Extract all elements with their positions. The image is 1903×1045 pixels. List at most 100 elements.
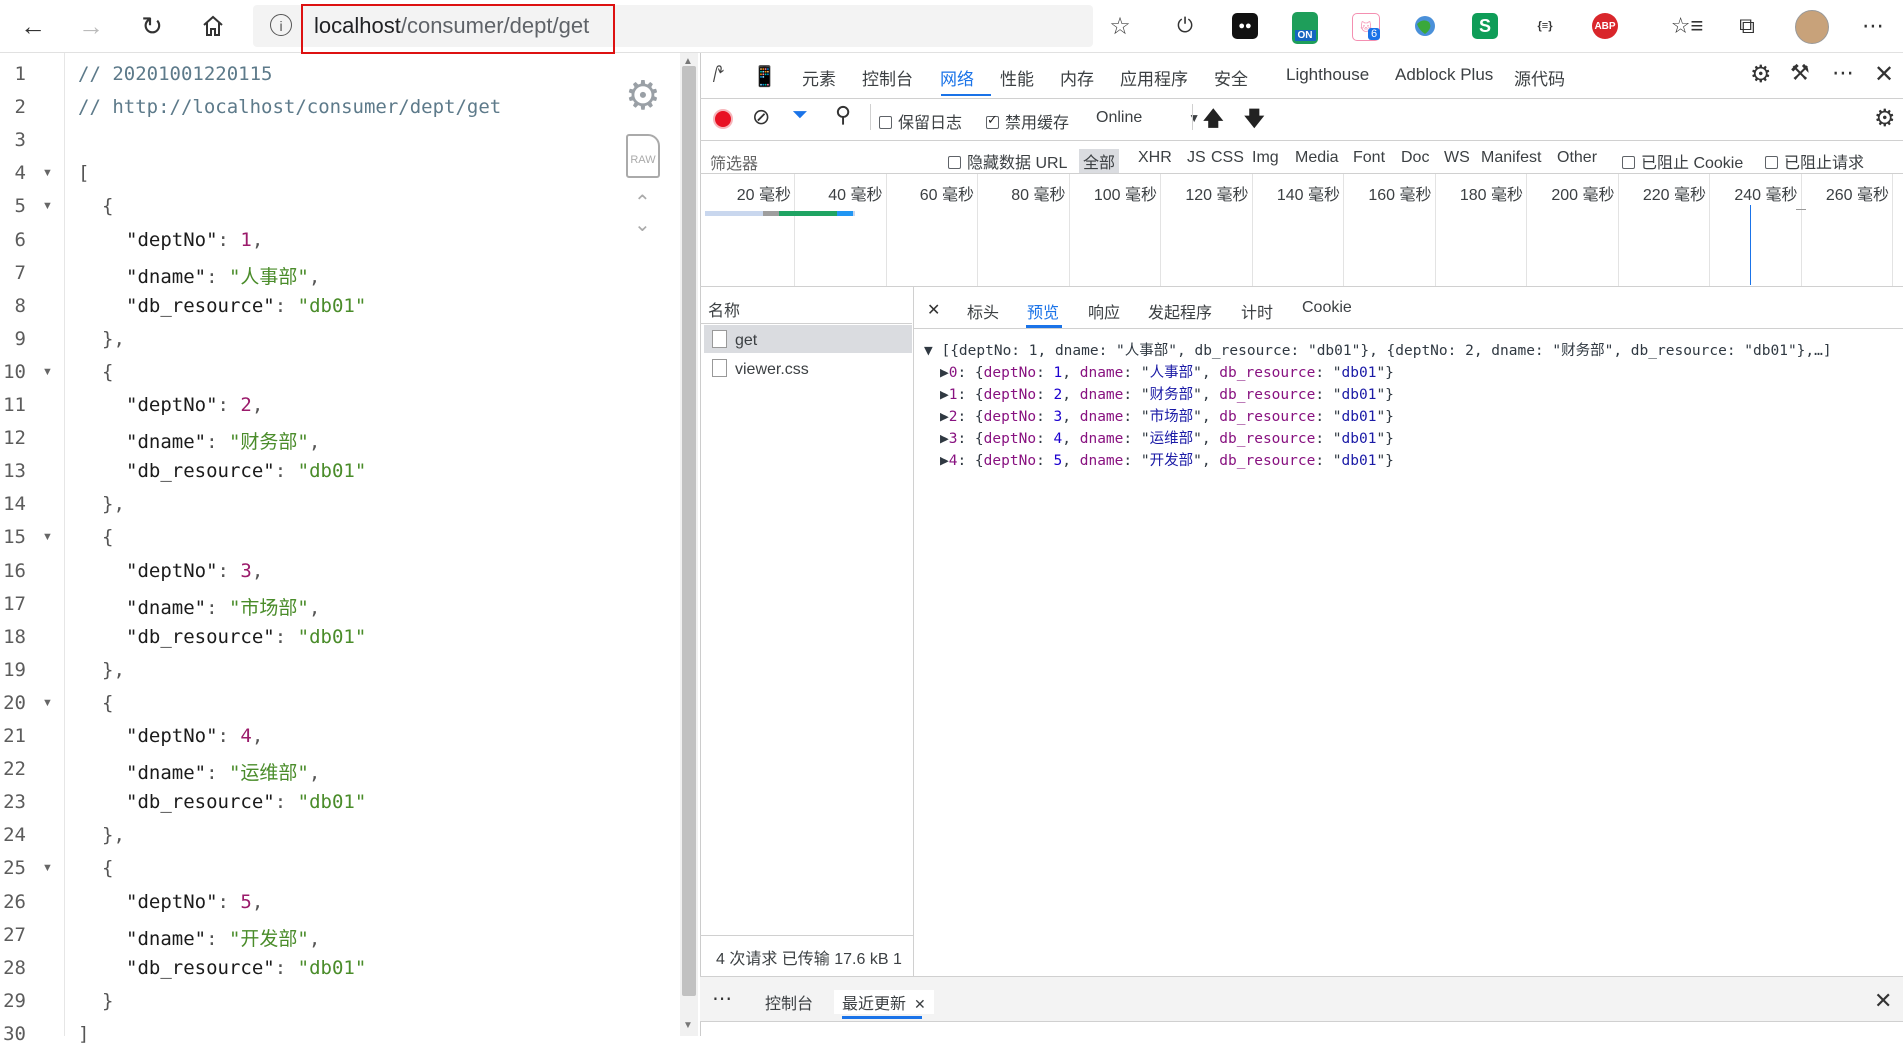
scroll-down-arrow-icon[interactable]: ▼	[683, 1020, 693, 1031]
preserve-log-checkbox[interactable]: 保留日志	[879, 109, 962, 133]
fold-toggle-icon[interactable]: ▼	[42, 531, 53, 543]
drawer-close-icon[interactable]: ✕	[1874, 988, 1892, 1014]
hide-data-urls-checkbox[interactable]: 隐藏数据 URL	[948, 149, 1067, 173]
detail-close-icon[interactable]: ✕	[927, 300, 940, 320]
name-column-header[interactable]: 名称	[708, 297, 740, 321]
preview-text: :	[1036, 453, 1054, 469]
feedback-icon[interactable]: ⚒	[1790, 60, 1810, 86]
preview-summary[interactable]: ▼ [{deptNo: 1, dname: "人事部", db_resource…	[924, 339, 1832, 360]
preview-item[interactable]: ▶3: {deptNo: 4, dname: "运维部", db_resourc…	[940, 427, 1394, 448]
left-scrollbar-thumb[interactable]	[682, 66, 696, 996]
detail-tab[interactable]: 响应	[1088, 299, 1120, 323]
devtools-tab[interactable]: 性能	[1000, 65, 1034, 90]
collections-icon[interactable]: ⧉	[1730, 10, 1764, 42]
preview-item[interactable]: ▶0: {deptNo: 1, dname: "人事部", db_resourc…	[940, 361, 1394, 382]
detail-tab[interactable]: 标头	[967, 299, 999, 323]
scroll-up-arrow-icon[interactable]: ▲	[683, 56, 693, 67]
type-filter-button[interactable]: Manifest	[1481, 149, 1541, 167]
settings-gear-icon[interactable]: ⚙	[625, 76, 665, 116]
filter-input[interactable]: 筛选器	[710, 150, 925, 174]
json-key: "db_resource"	[126, 294, 275, 317]
device-toolbar-icon[interactable]: 📱	[752, 64, 777, 89]
extension-on-icon[interactable]: ON	[1292, 12, 1318, 44]
type-filter-button[interactable]: Img	[1252, 149, 1279, 167]
preserve-log-label: 保留日志	[898, 115, 963, 132]
favorites-list-icon[interactable]: ☆≡	[1670, 10, 1704, 42]
drawer-more-icon[interactable]: ⋯	[712, 986, 732, 1011]
search-icon[interactable]: ⚲	[835, 102, 851, 128]
code-line: "dname": "人事部",	[126, 262, 320, 289]
preview-item[interactable]: ▶1: {deptNo: 2, dname: "财务部", db_resourc…	[940, 383, 1394, 404]
type-filter-button[interactable]: XHR	[1138, 149, 1172, 167]
back-arrow-icon[interactable]: ←	[16, 10, 50, 42]
extension-cookie-icon[interactable]: ●●	[1232, 13, 1258, 39]
type-filter-button[interactable]: Font	[1353, 149, 1385, 167]
filter-funnel-icon[interactable]: ⏷	[792, 104, 808, 127]
fold-toggle-icon[interactable]: ▼	[42, 697, 53, 709]
type-filter-button[interactable]: Media	[1295, 149, 1339, 167]
fold-toggle-icon[interactable]: ▼	[42, 167, 53, 179]
extension-json-icon[interactable]: {≡}	[1532, 13, 1558, 39]
type-filter-button[interactable]: Other	[1557, 149, 1597, 167]
import-har-icon[interactable]: 🡅	[1203, 104, 1224, 138]
devtools-tab[interactable]: 元素	[802, 65, 836, 90]
fold-toggle-icon[interactable]: ▼	[42, 366, 53, 378]
fold-toggle-icon[interactable]: ▼	[42, 200, 53, 212]
detail-tab[interactable]: 预览	[1027, 299, 1059, 323]
preview-item[interactable]: ▶2: {deptNo: 3, dname: "市场部", db_resourc…	[940, 405, 1394, 426]
request-row[interactable]: get	[712, 330, 757, 350]
favorite-star-icon[interactable]: ☆	[1103, 10, 1137, 42]
type-filter-button[interactable]: CSS	[1211, 149, 1244, 167]
forward-arrow-icon[interactable]: →	[74, 10, 108, 42]
export-har-icon[interactable]: 🡇	[1244, 104, 1265, 138]
json-comma: ,	[308, 265, 321, 288]
avatar[interactable]	[1795, 10, 1829, 44]
clear-icon[interactable]: ⊘	[752, 104, 770, 130]
drawer-tab[interactable]: 最近更新 ✕	[834, 990, 934, 1014]
more-menu-icon[interactable]: ⋯	[1856, 10, 1890, 42]
network-settings-icon[interactable]: ⚙	[1874, 104, 1896, 133]
devtools-tab[interactable]: 内存	[1060, 65, 1094, 90]
devtools-tab[interactable]: 安全	[1214, 65, 1248, 90]
devtools-tab[interactable]: 控制台	[862, 65, 913, 90]
line-number: 27	[3, 923, 26, 946]
detail-tab[interactable]: 发起程序	[1148, 299, 1212, 323]
address-text[interactable]: localhost/consumer/dept/get	[314, 13, 589, 39]
request-row[interactable]: viewer.css	[712, 359, 809, 379]
preview-key: dname	[1079, 409, 1124, 425]
raw-toggle-icon[interactable]: RAW	[626, 134, 660, 178]
devtools-tab[interactable]: Adblock Plus	[1395, 65, 1493, 85]
type-filter-button[interactable]: 全部	[1079, 149, 1120, 173]
extension-count-badge: 6	[1368, 28, 1381, 40]
devtools-tab[interactable]: 应用程序	[1120, 65, 1188, 90]
detail-tab[interactable]: 计时	[1241, 299, 1273, 323]
type-filter-button[interactable]: JS	[1187, 149, 1206, 167]
devtools-settings-icon[interactable]: ⚙	[1750, 60, 1772, 89]
extension-globe-icon[interactable]	[1412, 13, 1438, 39]
type-filter-button[interactable]: Doc	[1401, 149, 1429, 167]
detail-tab[interactable]: Cookie	[1302, 299, 1352, 317]
extension-abp-icon[interactable]: ABP	[1592, 13, 1618, 39]
record-button[interactable]	[713, 109, 733, 129]
inspect-element-icon[interactable]: ⭚	[712, 62, 725, 88]
devtools-tab[interactable]: 源代码	[1514, 65, 1565, 90]
drawer-tab-close-icon[interactable]: ✕	[914, 996, 926, 1012]
refresh-icon[interactable]: ↻	[135, 10, 169, 42]
fold-toggle-icon[interactable]: ▼	[42, 862, 53, 874]
devtools-close-icon[interactable]: ✕	[1874, 60, 1894, 89]
type-filter-button[interactable]: WS	[1444, 149, 1470, 167]
home-icon[interactable]	[196, 10, 230, 42]
power-icon[interactable]: ⏻	[1168, 10, 1202, 42]
info-icon[interactable]: i	[270, 14, 292, 36]
drawer-tab[interactable]: 控制台	[765, 990, 813, 1014]
blocked-requests-checkbox[interactable]: 已阻止请求	[1765, 149, 1864, 173]
devtools-tab[interactable]: 网络	[940, 65, 974, 90]
extension-s-icon[interactable]: S	[1472, 13, 1498, 39]
blocked-cookies-checkbox[interactable]: 已阻止 Cookie	[1622, 149, 1743, 173]
collapse-chevrons-icon[interactable]: ⌃ ⌄	[634, 192, 651, 236]
devtools-more-icon[interactable]: ⋯	[1832, 60, 1854, 86]
throttle-select[interactable]: Online ▼	[1096, 109, 1200, 127]
devtools-tab[interactable]: Lighthouse	[1286, 65, 1369, 85]
disable-cache-checkbox[interactable]: 禁用缓存	[986, 109, 1069, 133]
preview-item[interactable]: ▶4: {deptNo: 5, dname: "开发部", db_resourc…	[940, 449, 1394, 470]
